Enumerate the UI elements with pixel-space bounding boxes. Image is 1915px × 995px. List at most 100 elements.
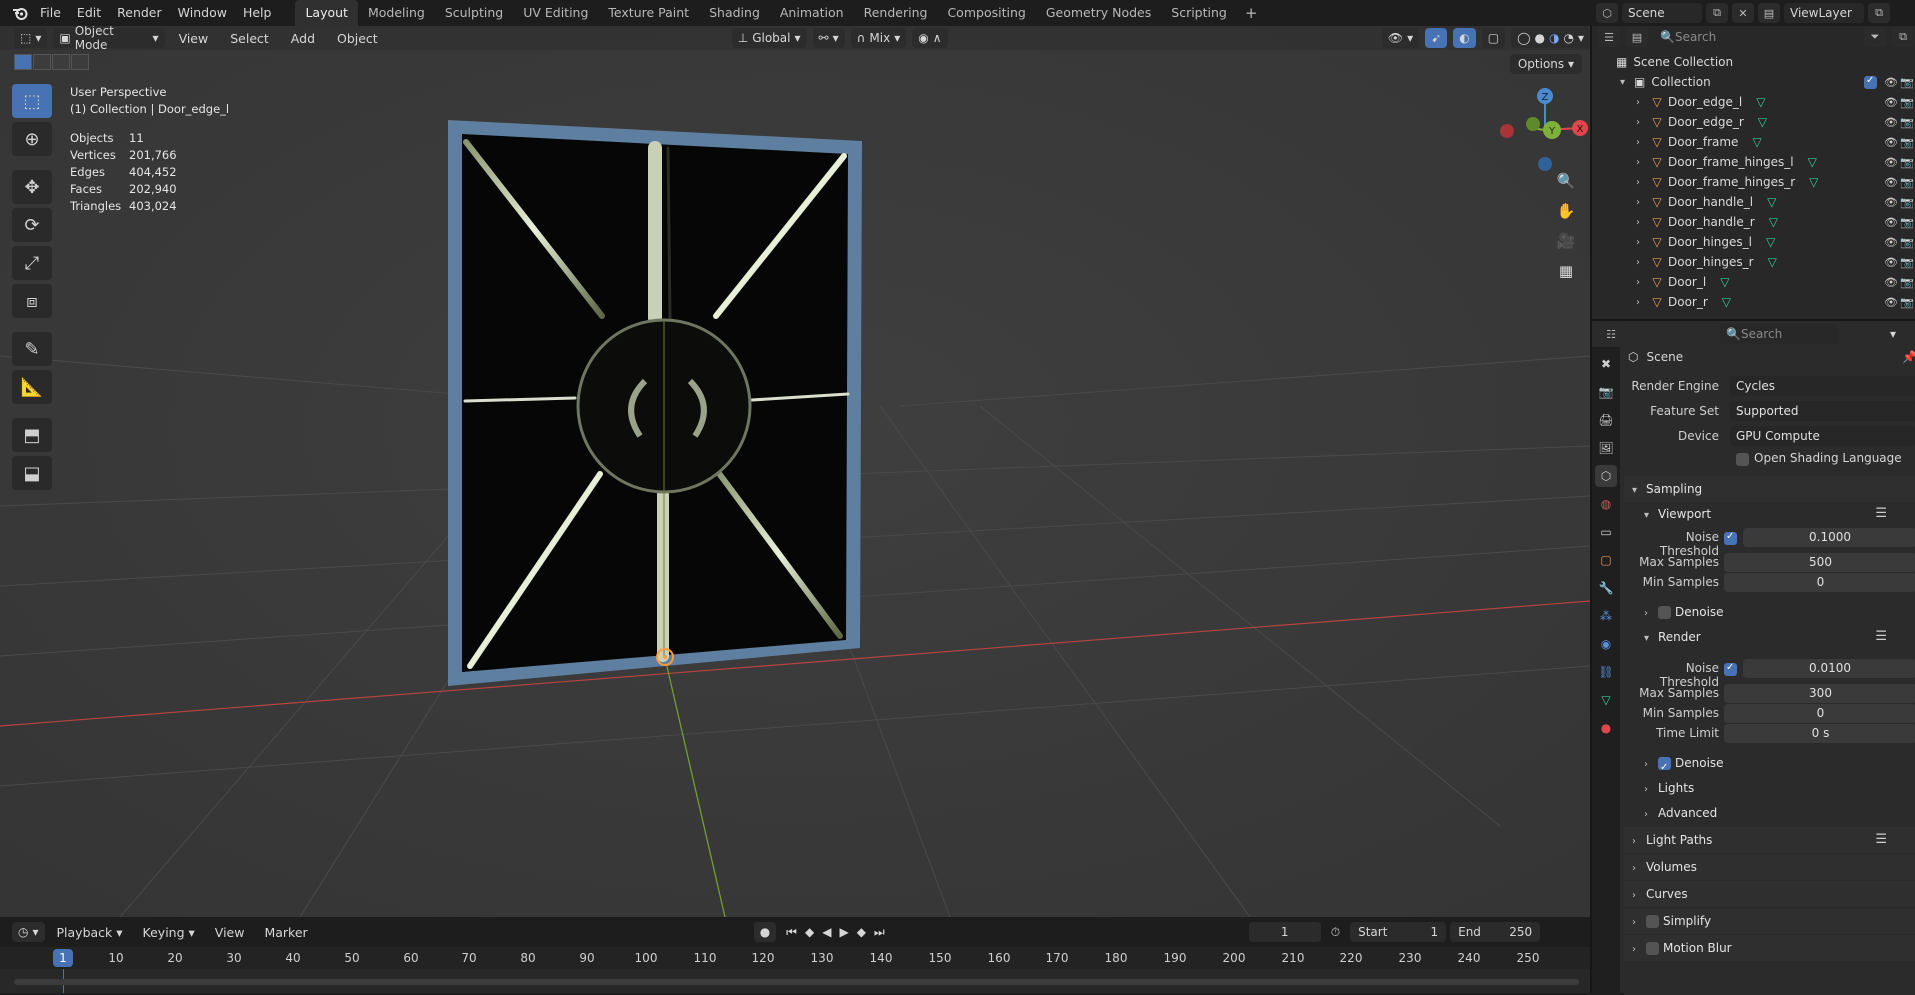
eye-icon[interactable]: 👁 — [1884, 96, 1898, 109]
shading-modes[interactable]: ◯ ● ◑ ◔ ▾ — [1511, 28, 1590, 48]
outliner-collection[interactable]: ▾▣ Collection 👁 📷 — [1592, 72, 1915, 92]
viewlayer-selector[interactable]: ViewLayer — [1784, 3, 1864, 23]
advanced-subpanel-header[interactable]: › Advanced — [1624, 801, 1915, 825]
particles-tab-icon[interactable]: ⁂ — [1595, 605, 1617, 627]
camera-icon[interactable]: 📷 — [1900, 196, 1914, 209]
outliner-object-row[interactable]: › ▽ Door_handle_r ▽ 👁 📷 — [1592, 212, 1915, 232]
outliner-object-row[interactable]: › ▽ Door_edge_r ▽ 👁 📷 — [1592, 112, 1915, 132]
eye-icon[interactable]: 👁 — [1884, 276, 1898, 289]
expand-right-icon[interactable]: › — [1636, 257, 1650, 268]
add-cube-tool-icon[interactable]: ⬒ — [12, 418, 52, 452]
timeline-editor-type[interactable]: ◷ ▾ — [12, 922, 45, 942]
menu-view[interactable]: View — [171, 31, 217, 46]
proportional-edit-button[interactable]: ◉ ∧ — [912, 28, 948, 48]
simplify-panel-header[interactable]: › Simplify — [1624, 908, 1915, 934]
render-min-samples-field[interactable]: 0 — [1724, 704, 1915, 723]
menu-keying[interactable]: Keying ▾ — [135, 925, 203, 940]
camera-icon[interactable]: 📷 — [1900, 256, 1914, 269]
presets-list-icon[interactable]: ☰ — [1875, 625, 1887, 649]
render-max-samples-field[interactable]: 300 — [1724, 684, 1915, 703]
render-noise-checkbox[interactable] — [1724, 662, 1737, 676]
select-box-tool-icon[interactable]: ⬚ — [12, 84, 52, 118]
outliner-editor-type[interactable]: ☰ — [1598, 27, 1620, 47]
presets-list-icon[interactable]: ☰ — [1875, 827, 1887, 853]
3d-viewport[interactable]: ⬚ ▾ ▣ Object Mode ▾ View Select Add Object … — [0, 26, 1590, 917]
current-frame-field[interactable]: 1 — [1248, 922, 1321, 942]
viewport-min-samples-field[interactable]: 0 — [1724, 573, 1915, 592]
new-viewlayer-icon[interactable]: ⧉ — [1868, 3, 1890, 23]
motion-blur-panel-header[interactable]: › Motion Blur — [1624, 935, 1915, 961]
zoom-icon[interactable]: 🔍 — [1553, 168, 1579, 194]
outliner-object-row[interactable]: › ▽ Door_l ▽ 👁 📷 — [1592, 272, 1915, 292]
scale-tool-icon[interactable]: ⤢ — [12, 246, 52, 280]
gizmo-neg-z-handle[interactable] — [1538, 157, 1552, 171]
menu-edit[interactable]: Edit — [69, 0, 109, 26]
menu-window[interactable]: Window — [170, 0, 235, 26]
move-tool-icon[interactable]: ✥ — [12, 170, 52, 204]
properties-search-input[interactable]: 🔍 Search — [1720, 324, 1838, 344]
pivot-selector[interactable]: ⚯ ▾ — [812, 28, 845, 48]
eye-icon[interactable]: 👁 — [1884, 156, 1898, 169]
eye-icon[interactable]: 👁 — [1884, 76, 1898, 89]
tab-texture-paint[interactable]: Texture Paint — [598, 0, 699, 26]
mesh-data-icon[interactable]: ▽ — [1766, 235, 1775, 249]
world-tab-icon[interactable]: ◍ — [1595, 493, 1617, 515]
constraints-tab-icon[interactable]: ⛓ — [1595, 661, 1617, 683]
outliner-object-row[interactable]: › ▽ Door_frame ▽ 👁 📷 — [1592, 132, 1915, 152]
camera-icon[interactable]: 📷 — [1900, 236, 1914, 249]
camera-icon[interactable]: 📷 — [1900, 116, 1914, 129]
osl-checkbox[interactable] — [1736, 453, 1749, 466]
timeline-track-area[interactable] — [0, 969, 1590, 993]
tab-animation[interactable]: Animation — [770, 0, 854, 26]
xray-toggle[interactable]: ▢ — [1481, 28, 1506, 48]
eye-icon[interactable]: 👁 — [1884, 176, 1898, 189]
tab-modeling[interactable]: Modeling — [358, 0, 435, 26]
outliner-object-row[interactable]: › ▽ Door_frame_hinges_l ▽ 👁 📷 — [1592, 152, 1915, 172]
start-frame-field[interactable]: Start 1 — [1350, 922, 1447, 942]
material-tab-icon[interactable]: ● — [1595, 717, 1617, 739]
timeline-scrollbar[interactable] — [14, 979, 1579, 985]
viewport-noise-field[interactable]: 0.1000 — [1743, 528, 1915, 547]
tab-layout[interactable]: Layout — [295, 0, 358, 26]
camera-icon[interactable]: 📷 — [1900, 216, 1914, 229]
camera-icon[interactable]: 📷 — [1900, 76, 1914, 89]
viewport-denoise-checkbox[interactable] — [1658, 606, 1671, 619]
pan-hand-icon[interactable]: ✋ — [1553, 198, 1579, 224]
camera-view-icon[interactable]: 🎥 — [1553, 228, 1579, 254]
eye-icon[interactable]: 👁 — [1884, 296, 1898, 309]
menu-playback[interactable]: Playback ▾ — [49, 925, 131, 940]
scene-icon[interactable]: ⬡ — [1596, 3, 1618, 23]
select-invert-icon[interactable] — [71, 54, 89, 70]
menu-marker[interactable]: Marker — [256, 925, 315, 940]
outliner-search-input[interactable]: 🔍 Search — [1654, 27, 1772, 47]
scene-tab-icon[interactable]: ⬡ — [1595, 465, 1617, 487]
motion-blur-checkbox[interactable] — [1646, 942, 1659, 955]
orientation-selector[interactable]: ⊥ Global ▾ — [731, 28, 807, 48]
new-collection-icon[interactable]: ⧉ — [1892, 27, 1914, 47]
render-denoise-header[interactable]: › Denoise — [1624, 751, 1915, 780]
wireframe-shading-icon[interactable]: ◯ — [1517, 31, 1530, 45]
expand-right-icon[interactable]: › — [1636, 157, 1650, 168]
eye-icon[interactable]: 👁 — [1884, 136, 1898, 149]
render-denoise-checkbox[interactable] — [1658, 756, 1671, 780]
mesh-data-icon[interactable]: ▽ — [1758, 115, 1767, 129]
tab-scripting[interactable]: Scripting — [1161, 0, 1237, 26]
menu-object[interactable]: Object — [329, 31, 386, 46]
filter-icon[interactable]: ⏷ — [1864, 27, 1886, 47]
tab-uv-editing[interactable]: UV Editing — [513, 0, 598, 26]
mesh-data-icon[interactable]: ▽ — [1808, 155, 1817, 169]
camera-icon[interactable]: 📷 — [1900, 176, 1914, 189]
render-engine-dropdown[interactable]: Cycles — [1730, 376, 1915, 396]
mesh-data-icon[interactable]: ▽ — [1768, 255, 1777, 269]
outliner-object-row[interactable]: › ▽ Door_handle_l ▽ 👁 📷 — [1592, 192, 1915, 212]
jump-end-icon[interactable]: ⏭ — [874, 925, 885, 940]
expand-right-icon[interactable]: › — [1636, 277, 1650, 288]
time-limit-field[interactable]: 0 s — [1724, 724, 1915, 743]
menu-view-timeline[interactable]: View — [207, 925, 253, 940]
rendered-shading-icon[interactable]: ◔ — [1563, 31, 1573, 45]
viewport-denoise-header[interactable]: › Denoise — [1624, 600, 1915, 624]
auto-key-button[interactable]: ● — [753, 922, 777, 942]
new-scene-icon[interactable]: ⧉ — [1706, 3, 1728, 23]
eye-icon[interactable]: 👁 — [1884, 196, 1898, 209]
mesh-data-icon[interactable]: ▽ — [1756, 95, 1765, 109]
